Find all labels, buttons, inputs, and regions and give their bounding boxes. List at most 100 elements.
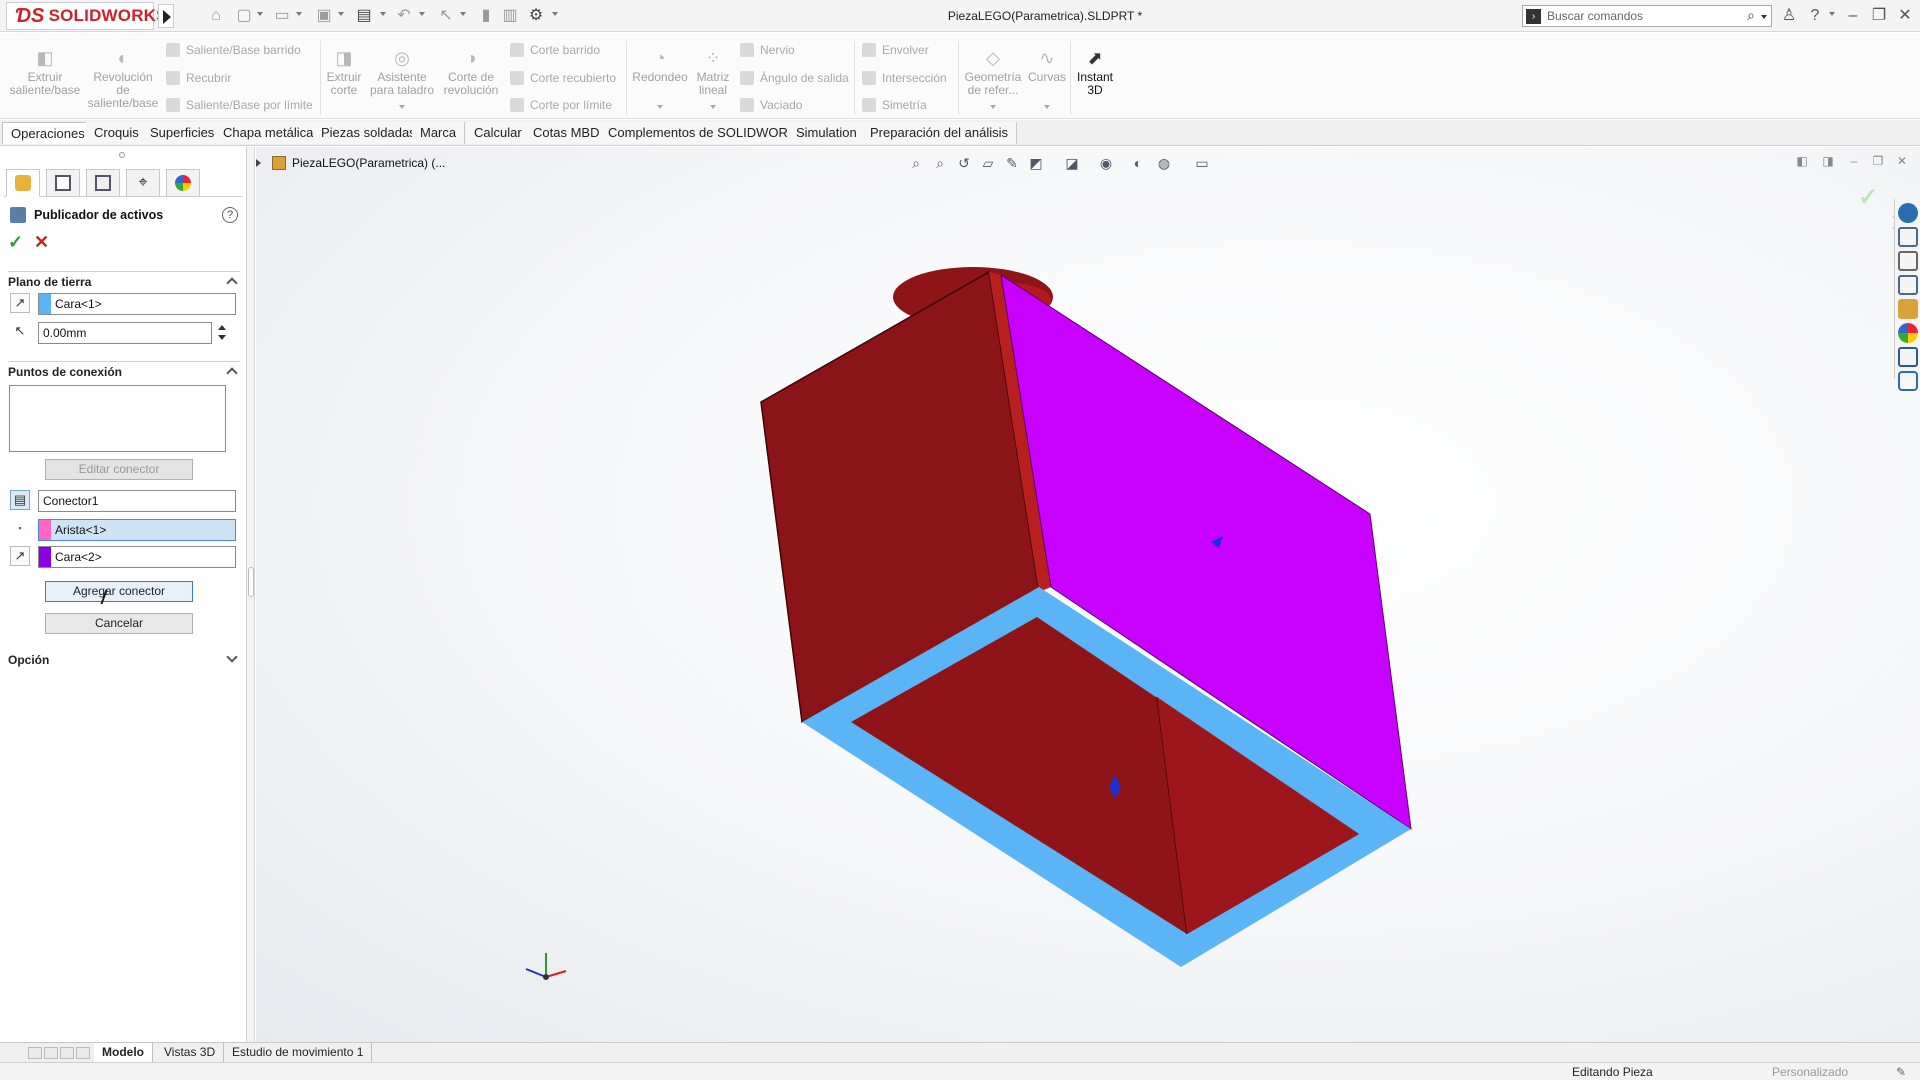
ground-plane-section-header[interactable]: Plano de tierra bbox=[8, 271, 240, 291]
ok-checkmark-icon[interactable]: ✓ bbox=[8, 233, 26, 251]
print-dropdown-icon[interactable] bbox=[380, 12, 386, 16]
connector-name-field[interactable]: Conector1 bbox=[38, 490, 236, 512]
tab-feature-tree[interactable] bbox=[6, 169, 40, 197]
view-settings-icon[interactable]: ▭ bbox=[1192, 153, 1212, 173]
confirm-ok-icon[interactable]: ✓ bbox=[1858, 183, 1878, 212]
tab-calcular[interactable]: Calcular bbox=[466, 122, 531, 144]
search-icon[interactable]: ⌕ bbox=[1747, 7, 1755, 24]
edit-connector-button[interactable]: Editar conector bbox=[45, 459, 193, 480]
tab-croquis[interactable]: Croquis bbox=[86, 122, 148, 144]
dynamic-annotation-icon[interactable]: ✎ bbox=[1002, 153, 1022, 173]
connection-points-list[interactable] bbox=[9, 385, 226, 452]
menu-expand-arrow-icon[interactable] bbox=[158, 4, 174, 28]
part-model[interactable] bbox=[256, 147, 1920, 1042]
restore-icon[interactable]: ❐ bbox=[1868, 5, 1890, 27]
solidworks-logo[interactable]: ƊS SOLIDWORKS bbox=[6, 2, 168, 30]
options-dropdown-icon[interactable] bbox=[552, 12, 558, 16]
tile-left-icon[interactable]: ◧ bbox=[1794, 153, 1810, 169]
swept-cut-button[interactable]: Corte barrido bbox=[508, 41, 600, 59]
tab-estudio-movimiento[interactable]: Estudio de movimiento 1 bbox=[224, 1043, 373, 1062]
last-tab-arrow-icon[interactable] bbox=[76, 1047, 90, 1059]
intersect-button[interactable]: Intersección bbox=[860, 69, 947, 87]
ground-plane-offset-field[interactable]: 0.00mm bbox=[38, 322, 212, 344]
close-icon[interactable]: ✕ bbox=[1894, 5, 1916, 27]
tab-cotas-mbd[interactable]: Cotas MBD bbox=[525, 122, 609, 144]
chevron-up-icon[interactable] bbox=[226, 277, 238, 289]
instant3d-button[interactable]: ⬈ Instant 3D bbox=[1074, 47, 1116, 97]
zoom-to-fit-icon[interactable]: ⌕ bbox=[906, 153, 926, 173]
tab-complementos[interactable]: Complementos de SOLIDWORKS bbox=[600, 122, 815, 144]
zoom-to-area-icon[interactable]: ⌕ bbox=[930, 153, 950, 173]
tab-property-manager[interactable] bbox=[46, 169, 80, 197]
chevron-up-icon[interactable] bbox=[226, 367, 238, 379]
view-orientation-icon[interactable]: ◩ bbox=[1026, 153, 1046, 173]
splitter-grip-icon[interactable] bbox=[248, 567, 254, 597]
draft-button[interactable]: Ángulo de salida bbox=[738, 69, 849, 87]
first-tab-arrow-icon[interactable] bbox=[28, 1047, 42, 1059]
user-account-icon[interactable]: ♙ bbox=[1778, 5, 1800, 27]
loft-boss-button[interactable]: Recubrir bbox=[164, 69, 231, 87]
open-folder-icon[interactable]: ▭ bbox=[272, 6, 292, 26]
panel-grip-icon[interactable] bbox=[119, 152, 125, 158]
save-dropdown-icon[interactable] bbox=[338, 12, 344, 16]
shell-button[interactable]: Vaciado bbox=[738, 96, 802, 114]
minimize-icon[interactable]: – bbox=[1842, 5, 1864, 27]
undo-icon[interactable]: ↶ bbox=[394, 6, 414, 26]
display-style-icon[interactable]: ◪ bbox=[1062, 153, 1082, 173]
help-icon[interactable]: ? bbox=[222, 207, 238, 223]
status-units[interactable]: Personalizado bbox=[1772, 1063, 1848, 1080]
prev-tab-arrow-icon[interactable] bbox=[44, 1047, 58, 1059]
curves-dropdown-icon[interactable] bbox=[1044, 105, 1050, 109]
print-icon[interactable]: ▤ bbox=[354, 6, 374, 26]
add-connector-button[interactable]: Agregar conector bbox=[45, 581, 193, 602]
section-view-icon[interactable]: ▱ bbox=[978, 153, 998, 173]
swept-boss-button[interactable]: Saliente/Base barrido bbox=[164, 41, 301, 59]
next-tab-arrow-icon[interactable] bbox=[60, 1047, 74, 1059]
fillet-dropdown-icon[interactable] bbox=[657, 105, 663, 109]
tab-piezas-soldadas[interactable]: Piezas soldadas bbox=[313, 122, 425, 144]
appearances-icon[interactable] bbox=[1898, 299, 1918, 319]
hole-wizard-button[interactable]: ◎ Asistente para taladro bbox=[368, 47, 436, 97]
reference-geometry-dropdown-icon[interactable] bbox=[990, 105, 996, 109]
extrude-cut-button[interactable]: ◨ Extruir corte bbox=[324, 47, 364, 97]
home-icon[interactable]: ⌂ bbox=[206, 6, 226, 26]
scenes-icon[interactable] bbox=[1898, 323, 1918, 343]
panel-splitter[interactable] bbox=[247, 147, 255, 1042]
mirror-button[interactable]: Simetría bbox=[860, 96, 927, 114]
tab-dimxpert[interactable]: ⌖ bbox=[126, 169, 160, 197]
offset-spinner[interactable] bbox=[216, 322, 228, 344]
select-arrow-icon[interactable]: ↖ bbox=[436, 6, 456, 26]
graphics-area[interactable]: PiezaLEGO(Parametrica) (... ⌕ ⌕ ↺ ▱ ✎ ◩ … bbox=[256, 147, 1920, 1042]
cancel-connector-button[interactable]: Cancelar bbox=[45, 613, 193, 634]
undo-dropdown-icon[interactable] bbox=[419, 12, 425, 16]
lofted-cut-button[interactable]: Corte recubierto bbox=[508, 69, 616, 87]
view-palette-icon[interactable] bbox=[1898, 275, 1918, 295]
solidworks-resources-icon[interactable] bbox=[1898, 203, 1918, 223]
tab-simulation[interactable]: Simulation bbox=[788, 122, 866, 144]
help-icon[interactable]: ? bbox=[1804, 5, 1826, 27]
reference-geometry-button[interactable]: ◇ Geometría de refer... bbox=[962, 47, 1024, 97]
tab-modelo[interactable]: Modelo bbox=[94, 1043, 153, 1062]
search-dropdown-icon[interactable] bbox=[1761, 15, 1767, 19]
wrap-button[interactable]: Envolver bbox=[860, 41, 929, 59]
design-library-icon[interactable] bbox=[1898, 227, 1918, 247]
help-dropdown-icon[interactable] bbox=[1829, 12, 1835, 16]
curves-button[interactable]: ∿ Curvas bbox=[1026, 47, 1068, 84]
custom-properties-icon[interactable] bbox=[1898, 347, 1918, 367]
save-icon[interactable]: ▣ bbox=[314, 6, 334, 26]
rebuild-icon[interactable]: ▮ bbox=[476, 6, 496, 26]
file-properties-icon[interactable]: ▥ bbox=[500, 6, 520, 26]
tab-marca[interactable]: Marca bbox=[412, 122, 466, 144]
pattern-dropdown-icon[interactable] bbox=[710, 105, 716, 109]
chevron-down-icon[interactable] bbox=[226, 651, 238, 663]
linear-pattern-button[interactable]: ⁘ Matriz lineal bbox=[692, 47, 734, 97]
new-dropdown-icon[interactable] bbox=[257, 12, 263, 16]
open-dropdown-icon[interactable] bbox=[296, 12, 302, 16]
cancel-x-icon[interactable]: ✕ bbox=[34, 233, 52, 251]
connector-face-field[interactable]: Cara<2> bbox=[38, 546, 236, 568]
forum-icon[interactable] bbox=[1898, 371, 1918, 391]
boundary-cut-button[interactable]: Corte por límite bbox=[508, 96, 612, 114]
option-section-header[interactable]: Opción bbox=[8, 650, 240, 670]
rib-button[interactable]: Nervio bbox=[738, 41, 795, 59]
revolve-cut-button[interactable]: ◑ Corte de revolución bbox=[440, 47, 502, 97]
